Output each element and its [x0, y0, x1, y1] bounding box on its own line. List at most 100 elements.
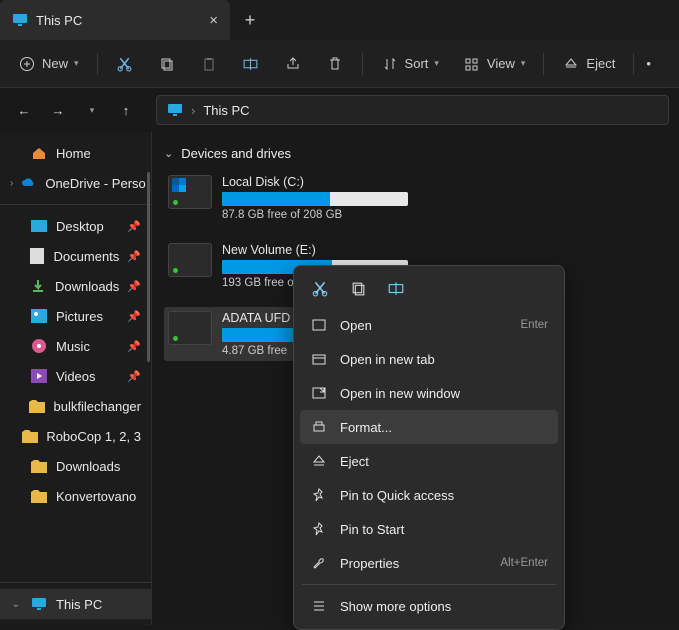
menu-item-label: Open in new window — [340, 386, 460, 401]
new-button[interactable]: New ▾ — [8, 49, 89, 79]
forward-button[interactable]: → — [44, 96, 72, 124]
monitor-icon — [167, 102, 183, 118]
sidebar-item-this-pc[interactable]: ⌄ This PC — [0, 589, 151, 619]
usage-bar — [222, 192, 408, 206]
menu-item-open-window[interactable]: Open in new window — [300, 376, 558, 410]
music-icon — [30, 337, 48, 355]
close-icon[interactable]: × — [209, 12, 218, 29]
sidebar-item-folder[interactable]: Downloads — [0, 451, 151, 481]
navigation-row: ← → ▾ ↑ › This PC — [0, 88, 679, 132]
cut-button[interactable] — [310, 278, 330, 298]
cloud-icon — [21, 174, 37, 192]
drive-icon — [168, 175, 212, 209]
sidebar-item-label: RoboCop 1, 2, 3 — [46, 429, 141, 444]
group-header[interactable]: ⌄ Devices and drives — [164, 146, 667, 161]
sort-label: Sort — [405, 56, 429, 71]
sidebar-item-music[interactable]: Music📌 — [0, 331, 151, 361]
menu-item-eject[interactable]: Eject — [300, 444, 558, 478]
tab-title: This PC — [36, 13, 82, 28]
scrollbar-thumb[interactable] — [147, 172, 150, 362]
sidebar-item-label: Music — [56, 339, 90, 354]
tab-this-pc[interactable]: This PC × — [0, 0, 230, 40]
pin-icon: 📌 — [127, 280, 141, 293]
back-button[interactable]: ← — [10, 96, 38, 124]
copy-button[interactable] — [348, 278, 368, 298]
eject-label: Eject — [586, 56, 615, 71]
sidebar-item-downloads[interactable]: Downloads📌 — [0, 271, 151, 301]
sidebar-item-label: OneDrive - Perso — [45, 176, 145, 191]
format-icon — [310, 418, 328, 436]
separator — [97, 53, 98, 75]
trash-icon — [326, 55, 344, 73]
sort-button[interactable]: Sort ▾ — [371, 49, 449, 79]
menu-item-format[interactable]: Format... — [300, 410, 558, 444]
view-button[interactable]: View ▾ — [453, 49, 535, 79]
up-button[interactable]: ↑ — [112, 96, 140, 124]
recent-button[interactable]: ▾ — [78, 96, 106, 124]
paste-button[interactable] — [190, 49, 228, 79]
menu-item-pin-start[interactable]: Pin to Start — [300, 512, 558, 546]
eject-button-toolbar[interactable]: Eject — [552, 49, 625, 79]
drive-local-c[interactable]: Local Disk (C:) 87.8 GB free of 208 GB — [164, 171, 412, 225]
sidebar-item-folder[interactable]: bulkfilechanger — [0, 391, 151, 421]
separator — [362, 53, 363, 75]
plus-circle-icon — [18, 55, 36, 73]
more-button[interactable]: • — [642, 50, 655, 77]
eject-icon — [562, 55, 580, 73]
menu-item-label: Format... — [340, 420, 392, 435]
sidebar-item-desktop[interactable]: Desktop📌 — [0, 211, 151, 241]
sidebar-item-videos[interactable]: Videos📌 — [0, 361, 151, 391]
sidebar-item-home[interactable]: Home — [0, 138, 151, 168]
rename-icon — [242, 55, 260, 73]
chevron-down-icon: ⌄ — [10, 599, 22, 610]
sidebar-item-label: Pictures — [56, 309, 103, 324]
menu-item-label: Show more options — [340, 599, 451, 614]
sidebar-item-documents[interactable]: Documents📌 — [0, 241, 151, 271]
separator — [0, 582, 151, 583]
share-icon — [284, 55, 302, 73]
context-quick-actions — [300, 272, 558, 308]
sidebar-item-label: Konvertovano — [56, 489, 136, 504]
separator — [543, 53, 544, 75]
menu-item-open[interactable]: Open Enter — [300, 308, 558, 342]
toolbar: New ▾ Sort ▾ View ▾ Eject • — [0, 40, 679, 88]
address-bar[interactable]: › This PC — [156, 95, 669, 125]
cut-button[interactable] — [106, 49, 144, 79]
rename-button[interactable] — [232, 49, 270, 79]
tab-bar: This PC × + — [0, 0, 679, 40]
address-location: This PC — [203, 103, 249, 118]
menu-item-label: Pin to Start — [340, 522, 404, 537]
sidebar-item-onedrive[interactable]: › OneDrive - Perso — [0, 168, 151, 198]
folder-icon — [30, 487, 48, 505]
sidebar-item-label: Videos — [56, 369, 96, 384]
sidebar-item-label: bulkfilechanger — [54, 399, 141, 414]
monitor-icon — [12, 12, 28, 28]
home-icon — [30, 144, 48, 162]
sidebar-item-pictures[interactable]: Pictures📌 — [0, 301, 151, 331]
sidebar-item-folder[interactable]: RoboCop 1, 2, 3 — [0, 421, 151, 451]
sidebar-item-label: This PC — [56, 597, 102, 612]
new-label: New — [42, 56, 68, 71]
pin-icon — [310, 520, 328, 538]
sidebar-item-folder[interactable]: Konvertovano — [0, 481, 151, 511]
folder-icon — [29, 397, 46, 415]
copy-button[interactable] — [148, 49, 186, 79]
chevron-down-icon: ▾ — [74, 58, 79, 69]
separator — [0, 204, 151, 205]
sidebar-item-label: Desktop — [56, 219, 104, 234]
window-icon — [310, 384, 328, 402]
rename-button[interactable] — [386, 278, 406, 298]
menu-item-more-options[interactable]: Show more options — [300, 589, 558, 623]
new-tab-button[interactable]: + — [230, 10, 270, 31]
view-label: View — [487, 56, 515, 71]
monitor-icon — [30, 595, 48, 613]
delete-button[interactable] — [316, 49, 354, 79]
menu-item-pin-quick[interactable]: Pin to Quick access — [300, 478, 558, 512]
menu-item-label: Open in new tab — [340, 352, 435, 367]
scissors-icon — [116, 55, 134, 73]
menu-icon — [310, 597, 328, 615]
menu-item-open-tab[interactable]: Open in new tab — [300, 342, 558, 376]
menu-item-properties[interactable]: Properties Alt+Enter — [300, 546, 558, 580]
share-button[interactable] — [274, 49, 312, 79]
sidebar-item-label: Documents — [54, 249, 120, 264]
